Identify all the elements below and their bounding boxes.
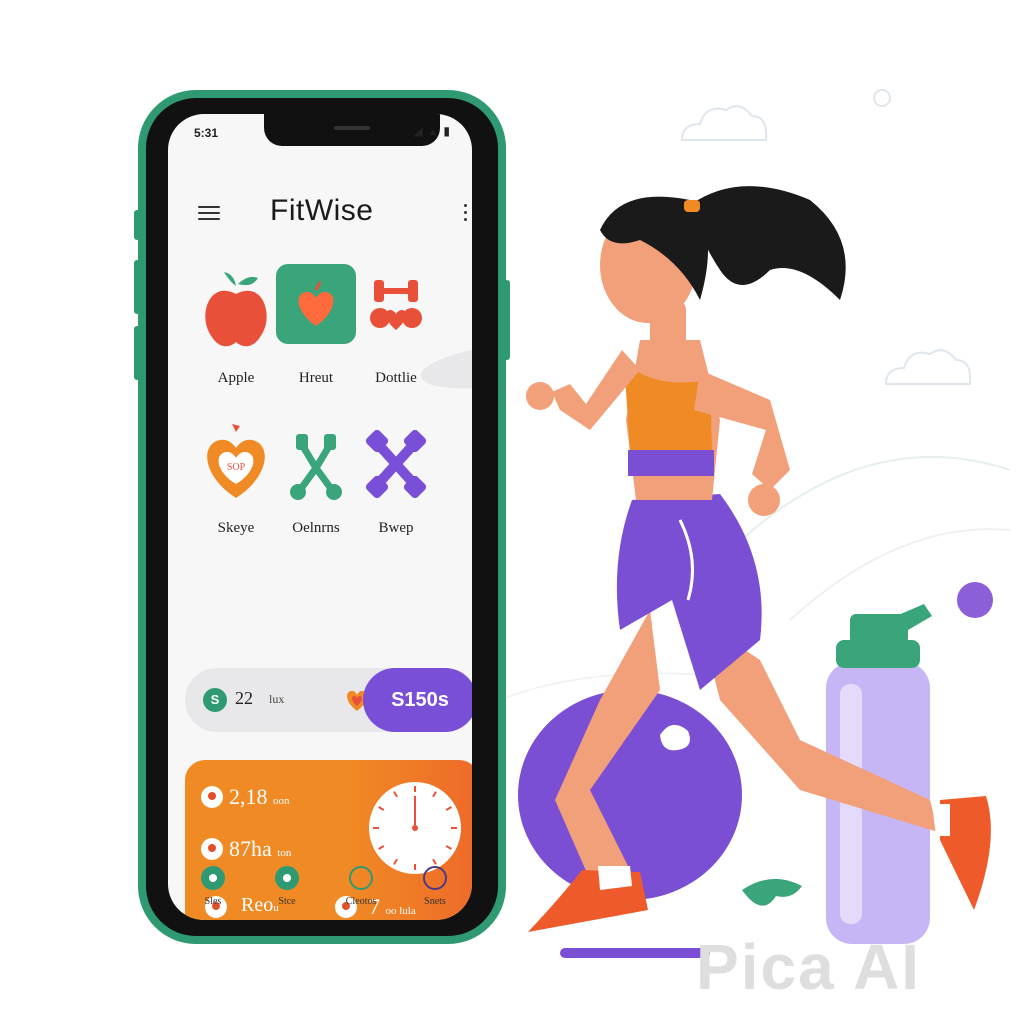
stat-value: 87ha: [229, 836, 272, 861]
purple-dot: [957, 582, 993, 618]
phone-side-button: [134, 210, 140, 240]
bottom-tab-bar: Sles Stce Cleotos Snets: [168, 860, 472, 920]
summary-value: 22: [235, 688, 253, 708]
svg-text:SOP: SOP: [227, 462, 246, 473]
tab-sles[interactable]: Sles: [178, 860, 248, 920]
summary-unit: lux: [269, 692, 285, 706]
tab-icon: [423, 866, 447, 890]
phone-side-button: [504, 280, 510, 360]
watermark: Pica AI: [696, 931, 922, 1003]
coin-icon: S: [203, 688, 227, 712]
tab-snets[interactable]: Snets: [400, 860, 470, 920]
price-button[interactable]: S150s: [363, 668, 472, 732]
stat-unit: ton: [277, 847, 292, 859]
tab-label: Cleotos: [345, 896, 377, 907]
tab-label: Stce: [278, 896, 296, 907]
bubble-icon: [873, 89, 891, 107]
stat-dot-icon: [201, 838, 223, 860]
summary-bar[interactable]: S 22 lux S150s: [185, 668, 472, 732]
hamburger-menu-icon[interactable]: [198, 206, 220, 220]
status-icons: ◢ ▴ ▮: [413, 124, 452, 138]
tab-label: Snets: [424, 896, 446, 907]
tab-stce[interactable]: Stce: [252, 860, 322, 920]
tab-icon: [275, 866, 299, 890]
stat-dot-icon: [201, 786, 223, 808]
tab-icon: [201, 866, 225, 890]
stat-unit: oon: [273, 795, 290, 807]
status-time: 5:31: [194, 126, 219, 140]
tile-label: Dottlie: [375, 370, 417, 386]
stat-value: 2,18: [229, 784, 268, 809]
phone-side-button: [134, 326, 140, 380]
tab-cleotos[interactable]: Cleotos: [326, 860, 396, 920]
dumbbell-icon: [346, 264, 446, 364]
tab-icon: [349, 866, 373, 890]
phone-bezel: 5:31 ◢ ▴ ▮ FitWise Apple Hreut Dottlie S…: [146, 98, 498, 936]
scene: 5:31 ◢ ▴ ▮ FitWise Apple Hreut Dottlie S…: [0, 0, 1024, 1024]
runner: [526, 186, 991, 932]
tile-label: Bwep: [378, 520, 414, 536]
more-options-icon[interactable]: [464, 204, 468, 225]
tab-label: Sles: [204, 896, 222, 907]
app-screen: 5:31 ◢ ▴ ▮ FitWise Apple Hreut Dottlie S…: [168, 114, 472, 920]
tile-dumbbell-purple[interactable]: Bwep: [346, 414, 446, 544]
phone-side-button: [134, 260, 140, 314]
phone-mockup: 5:31 ◢ ▴ ▮ FitWise Apple Hreut Dottlie S…: [134, 90, 510, 944]
tile-dumbbell[interactable]: Dottlie: [346, 264, 446, 394]
dumbbell-cross-purple-icon: [346, 414, 446, 514]
app-title: FitWise: [270, 194, 374, 227]
